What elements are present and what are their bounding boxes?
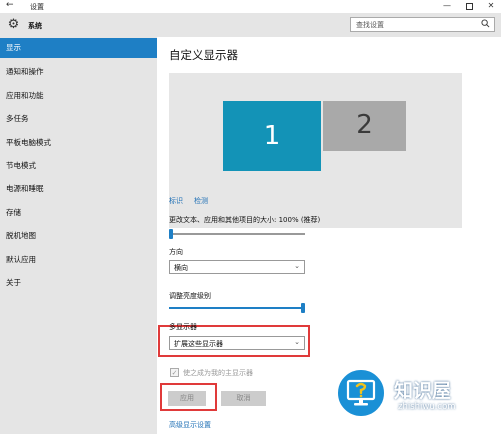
scale-label: 更改文本、应用和其他项目的大小: 100% (推荐) xyxy=(169,216,321,224)
display-arrangement: 1 2 xyxy=(169,73,462,228)
section-title: 系统 xyxy=(28,22,42,30)
close-button[interactable]: ✕ xyxy=(480,0,501,13)
multi-display-label: 多显示器 xyxy=(169,323,197,331)
maximize-icon xyxy=(465,3,473,10)
detect-link[interactable]: 检测 xyxy=(194,196,208,206)
watermark-name: 知识屋 xyxy=(394,380,452,402)
search-icon xyxy=(481,19,490,28)
brightness-slider-thumb[interactable] xyxy=(301,303,305,313)
scale-slider-thumb[interactable] xyxy=(169,229,173,239)
scale-slider-track xyxy=(169,233,305,235)
monitor-1[interactable]: 1 xyxy=(223,101,321,171)
chevron-down-icon: ⌄ xyxy=(294,338,300,346)
multi-display-value: 扩展这些显示器 xyxy=(174,340,223,348)
identify-link[interactable]: 标识 xyxy=(169,196,183,206)
sidebar-item-offline-maps[interactable]: 脱机地图 xyxy=(0,226,157,246)
header-strip: 查找设置 xyxy=(157,13,501,37)
sidebar-item-about[interactable]: 关于 xyxy=(0,273,157,293)
sidebar-item-tablet-mode[interactable]: 平板电脑模式 xyxy=(0,133,157,153)
brightness-slider[interactable] xyxy=(169,303,305,313)
sidebar-item-apps[interactable]: 应用和功能 xyxy=(0,86,157,106)
settings-window: ← 设置 — ✕ ⚙ 系统 显示 通知和操作 应用和功能 多任务 平板电脑模式 … xyxy=(0,0,501,434)
apply-button[interactable]: 应用 xyxy=(168,391,206,406)
main-display-checkbox-label: 使之成为我的主显示器 xyxy=(183,369,253,377)
chevron-down-icon: ⌄ xyxy=(294,262,300,270)
page-title: 自定义显示器 xyxy=(169,48,238,62)
sidebar-item-battery-saver[interactable]: 节电模式 xyxy=(0,156,157,176)
scale-slider[interactable] xyxy=(169,229,305,239)
gear-icon: ⚙ xyxy=(7,17,20,32)
sidebar-item-display[interactable]: 显示 xyxy=(0,38,157,58)
title-bar: ← 设置 — ✕ xyxy=(0,0,501,13)
cancel-button[interactable]: 取消 xyxy=(221,391,266,406)
sidebar-item-multitasking[interactable]: 多任务 xyxy=(0,109,157,129)
sidebar-item-default-apps[interactable]: 默认应用 xyxy=(0,250,157,270)
monitor-question-icon xyxy=(346,379,376,406)
sidebar-header: ⚙ 系统 xyxy=(0,13,157,37)
search-input[interactable]: 查找设置 xyxy=(356,20,384,30)
main-display-checkbox[interactable]: ✓ xyxy=(170,368,179,377)
sidebar-item-storage[interactable]: 存储 xyxy=(0,203,157,223)
brightness-label: 调整亮度级别 xyxy=(169,292,211,300)
watermark-logo xyxy=(336,368,386,418)
window-title: 设置 xyxy=(30,3,44,11)
orientation-dropdown[interactable]: 横向 ⌄ xyxy=(169,260,305,274)
search-box[interactable]: 查找设置 xyxy=(350,17,495,32)
orientation-label: 方向 xyxy=(169,248,183,256)
advanced-display-settings-link[interactable]: 高级显示设置 xyxy=(169,420,211,430)
sidebar-item-power-sleep[interactable]: 电源和睡眠 xyxy=(0,179,157,199)
multi-display-dropdown[interactable]: 扩展这些显示器 ⌄ xyxy=(169,336,305,350)
maximize-button[interactable] xyxy=(458,0,480,13)
brightness-slider-fill xyxy=(169,307,301,309)
back-arrow-icon[interactable]: ← xyxy=(6,0,16,13)
orientation-value: 横向 xyxy=(174,264,188,272)
sidebar: ⚙ 系统 显示 通知和操作 应用和功能 多任务 平板电脑模式 节电模式 电源和睡… xyxy=(0,13,157,434)
minimize-button[interactable]: — xyxy=(436,0,458,13)
watermark-url: zhishiwu.com xyxy=(398,402,456,412)
sidebar-item-notifications[interactable]: 通知和操作 xyxy=(0,62,157,82)
watermark: 知识屋 zhishiwu.com xyxy=(330,366,501,434)
monitor-2[interactable]: 2 xyxy=(323,101,406,151)
